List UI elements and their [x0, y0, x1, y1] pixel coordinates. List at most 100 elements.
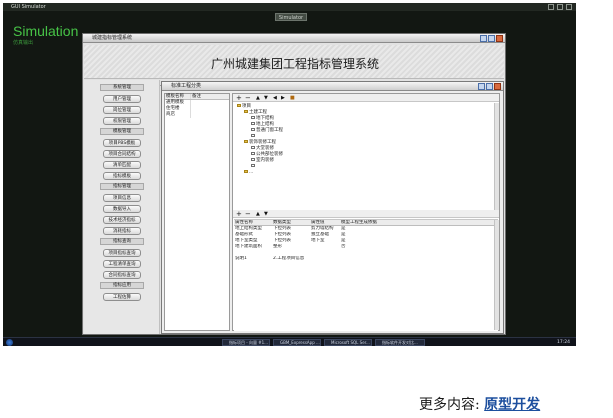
taskbar-item[interactable]: 指标项目 - 向量 #1... — [222, 339, 270, 346]
nav-button[interactable]: 工程估算 — [103, 293, 141, 301]
folder-icon — [237, 104, 241, 107]
taskbar-item[interactable]: Microsoft SQL Ser... — [324, 339, 372, 346]
remove-icon[interactable]: − — [245, 94, 251, 102]
tree-folder-item[interactable]: 土建工程 — [244, 110, 267, 115]
property-toolbar: + − ▲ ▼ — [233, 210, 499, 218]
tree-folder-item[interactable]: 项目 — [237, 104, 251, 109]
document-icon — [251, 116, 255, 119]
move-down-icon[interactable]: ▼ — [264, 94, 268, 102]
tree-item-label: 公共部位装修 — [256, 152, 283, 157]
nav-button[interactable]: 项目PBS模板 — [103, 139, 141, 147]
category-tree: 项目 土建工程 地下结构 地上结构 普通门窗工程装饰装修工程 大堂装修 公共部位装修 室内装修… — [237, 104, 492, 214]
table-cell: 商店 — [165, 112, 191, 118]
tree-item-label: 地下结构 — [256, 116, 274, 121]
tree-leaf-item[interactable] — [251, 134, 256, 139]
table-cell — [310, 256, 340, 262]
table-row[interactable]: 说明1 2.工程项目信息 — [234, 256, 498, 262]
tree-leaf-item[interactable]: 地下结构 — [251, 116, 274, 121]
classification-panel: + − ▲ ▼ ◀ ▶ ■ 项目 土建工程 地下结构 地上结构 普通门窗工程装饰装修工程… — [232, 93, 500, 331]
nav-button[interactable]: 岗位管理 — [103, 106, 141, 114]
tree-item-label: 普通门窗工程 — [256, 128, 283, 133]
folder-icon — [244, 170, 248, 173]
taskbar-clock: 17:24 — [557, 340, 570, 345]
add-icon[interactable]: + — [236, 94, 242, 102]
simulator-tab[interactable]: Simulator — [275, 13, 307, 21]
nav-section-header: 指标管理 — [100, 183, 144, 190]
footer-link[interactable]: 原型开发 — [484, 397, 540, 413]
document-icon — [251, 158, 255, 161]
simulation-brand: Simulation — [13, 23, 79, 39]
nav-button[interactable]: 数据导入 — [103, 205, 141, 213]
nav-button[interactable]: 项目指标查询 — [103, 249, 141, 257]
inner-titlebar: 标准工程分类 — [162, 82, 503, 91]
taskbar-item[interactable]: 指标软件开发对比... — [375, 339, 425, 346]
nav-button[interactable]: 权限管理 — [103, 117, 141, 125]
move-up-icon[interactable]: ▲ — [256, 94, 260, 102]
close-icon[interactable] — [494, 83, 501, 90]
tree-item-label: 地上结构 — [256, 122, 274, 127]
taskbar: 指标项目 - 向量 #1... GBM_ExpressApp ... Micro… — [3, 337, 576, 346]
maximize-icon[interactable] — [488, 35, 495, 42]
table-cell: 说明1 — [235, 256, 247, 261]
inner-window: 标准工程分类 模板名称 备注 通用模板 住宅楼 商店 + − ▲ ▼ ◀ ▶ ■… — [161, 81, 504, 334]
tree-leaf-item[interactable]: 大堂装修 — [251, 146, 274, 151]
nav-button[interactable]: 指标模板 — [103, 172, 141, 180]
save-icon[interactable]: ■ — [290, 94, 295, 102]
document-icon — [251, 134, 255, 137]
simulator-titlebar: GUI Simulator — [3, 3, 576, 11]
table-row[interactable]: 商店 — [165, 112, 229, 118]
move-left-icon[interactable]: ◀ — [273, 94, 277, 102]
tree-folder-item[interactable]: ... — [244, 170, 253, 175]
tree-folder-item[interactable]: 装饰装修工程 — [244, 140, 276, 145]
tree-item-label: 室内装修 — [256, 158, 274, 163]
tree-item-label: 土建工程 — [249, 110, 267, 115]
tree-scrollbar[interactable] — [494, 103, 499, 213]
maximize-icon[interactable] — [557, 4, 563, 10]
document-icon — [251, 152, 255, 155]
tree-leaf-item[interactable]: 公共部位装修 — [251, 152, 283, 157]
remove-icon[interactable]: − — [245, 210, 251, 218]
maximize-icon[interactable] — [486, 83, 493, 90]
add-icon[interactable]: + — [236, 210, 242, 218]
nav-button[interactable]: 工程清单查询 — [103, 260, 141, 268]
nav-button[interactable]: 用户管理 — [103, 95, 141, 103]
tree-leaf-item[interactable]: 地上结构 — [251, 122, 274, 127]
column-header: 属性名称 — [235, 220, 253, 225]
tree-leaf-item[interactable]: 普通门窗工程 — [251, 128, 283, 133]
close-icon[interactable] — [496, 35, 503, 42]
nav-button[interactable]: 清单匹配 — [103, 161, 141, 169]
nav-button[interactable]: 项目合同结构 — [103, 150, 141, 158]
folder-icon — [244, 110, 248, 113]
minimize-icon[interactable] — [548, 4, 554, 10]
tree-item-label: 大堂装修 — [256, 146, 274, 151]
column-header: 备注 — [192, 94, 201, 99]
move-right-icon[interactable]: ▶ — [281, 94, 285, 102]
template-list: 模板名称 备注 通用模板 住宅楼 商店 — [164, 93, 230, 331]
taskbar-item[interactable]: GBM_ExpressApp ... — [273, 339, 321, 346]
app-titlebar: 城建指标管理系统 — [83, 34, 505, 43]
start-icon[interactable] — [6, 339, 13, 346]
app-window: 城建指标管理系统 广州城建集团工程指标管理系统 系统管理 用户管理 岗位管理 权限管理… — [82, 33, 506, 335]
move-up-icon[interactable]: ▲ — [256, 210, 260, 218]
tree-leaf-item[interactable] — [251, 164, 256, 169]
document-icon — [251, 146, 255, 149]
nav-button[interactable]: 项目信息 — [103, 194, 141, 202]
banner-title: 广州城建集团工程指标管理系统 — [211, 57, 380, 71]
nav-button[interactable]: 合同指标查询 — [103, 271, 141, 279]
simulator-desktop: GUI Simulator Simulator Simulation 仿真输出 … — [3, 3, 576, 345]
property-scrollbar[interactable] — [494, 220, 499, 330]
tree-toolbar: + − ▲ ▼ ◀ ▶ ■ — [233, 94, 499, 102]
nav-section-header: 模板管理 — [100, 128, 144, 135]
tree-leaf-item[interactable]: 室内装修 — [251, 158, 274, 163]
move-down-icon[interactable]: ▼ — [264, 210, 268, 218]
property-table-body: 地上结构类型 下拉列表 剪力墙结构是基础形式 下拉列表 独立基础是地下室类型 下拉列表 地下… — [234, 226, 498, 262]
nav-button[interactable]: 消耗指标 — [103, 227, 141, 235]
close-icon[interactable] — [566, 4, 572, 10]
inner-window-title: 标准工程分类 — [171, 83, 202, 89]
nav-button[interactable]: 技术经济指标 — [103, 216, 141, 224]
tree-item-label: 项目 — [242, 104, 251, 109]
minimize-icon[interactable] — [478, 83, 485, 90]
left-nav: 系统管理 用户管理 岗位管理 权限管理 模板管理 项目PBS模板 项目合同结构 清单匹配 指标模… — [84, 80, 160, 334]
nav-section-header: 指标查询 — [100, 238, 144, 245]
minimize-icon[interactable] — [480, 35, 487, 42]
